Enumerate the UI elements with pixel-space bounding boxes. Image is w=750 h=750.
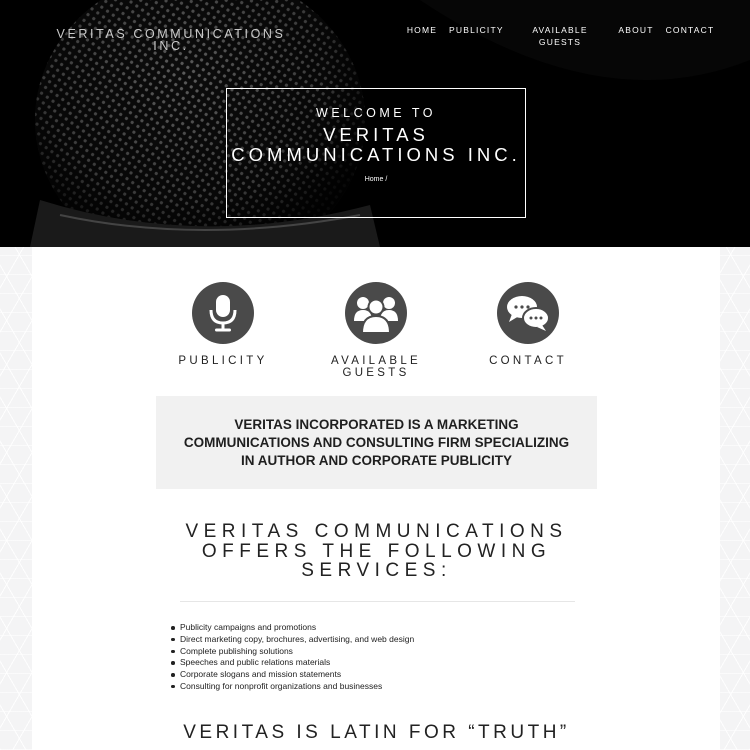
list-item: Publicity campaigns and promotions <box>170 622 414 634</box>
services-heading: VERITAS COMMUNICATIONS OFFERS THE FOLLOW… <box>185 521 568 581</box>
feature-label: PUBLICITY <box>178 355 268 367</box>
list-item: Corporate slogans and mission statements <box>170 669 414 681</box>
intro-text: VERITAS INCORPORATED IS A MARKETING COMM… <box>183 416 570 468</box>
feature-label: CONTACT <box>489 355 567 367</box>
main-nav: HOME PUBLICITY AVAILABLE GUESTS ABOUT CO… <box>0 24 750 54</box>
hero-title: VERITAS COMMUNICATIONS INC. <box>231 124 521 165</box>
feature-circle <box>345 282 407 344</box>
breadcrumb[interactable]: Home / <box>227 176 525 183</box>
nav-home[interactable]: HOME <box>404 24 440 36</box>
group-icon <box>354 297 398 333</box>
services-list: Publicity campaigns and promotions Direc… <box>170 622 415 693</box>
feature-available-guests[interactable]: AVAILABLE GUESTS <box>306 282 446 379</box>
intro-box: VERITAS INCORPORATED IS A MARKETING COMM… <box>156 396 597 489</box>
hero-banner: VERITAS COMMUNICATIONS INC. HOME PUBLICI… <box>0 0 750 247</box>
feature-contact[interactable]: CONTACT <box>458 282 598 367</box>
list-item: Consulting for nonprofit organizations a… <box>170 681 414 693</box>
feature-circle <box>497 282 559 344</box>
nav-publicity[interactable]: PUBLICITY <box>449 24 503 36</box>
nav-about[interactable]: ABOUT <box>615 24 657 36</box>
nav-available-guests[interactable]: AVAILABLE GUESTS <box>528 24 592 48</box>
feature-label: AVAILABLE GUESTS <box>330 355 421 379</box>
latin-heading: VERITAS IS LATIN FOR “TRUTH” <box>183 722 570 743</box>
welcome-text: WELCOME TO <box>316 106 436 120</box>
list-item: Speeches and public relations materials <box>170 657 414 669</box>
list-item: Direct marketing copy, brochures, advert… <box>170 633 415 644</box>
chat-bubbles-icon <box>507 296 550 331</box>
feature-publicity[interactable]: PUBLICITY <box>153 282 293 367</box>
main-content: PUBLICITY AVAILABLE GUESTS CONTACT VERIT… <box>32 247 720 750</box>
divider <box>180 601 575 602</box>
microphone-icon <box>209 295 237 332</box>
welcome-box: WELCOME TO VERITAS COMMUNICATIONS INC. H… <box>226 88 526 218</box>
list-item: Complete publishing solutions <box>170 646 414 658</box>
feature-circle <box>192 282 254 344</box>
nav-contact[interactable]: CONTACT <box>664 24 716 36</box>
